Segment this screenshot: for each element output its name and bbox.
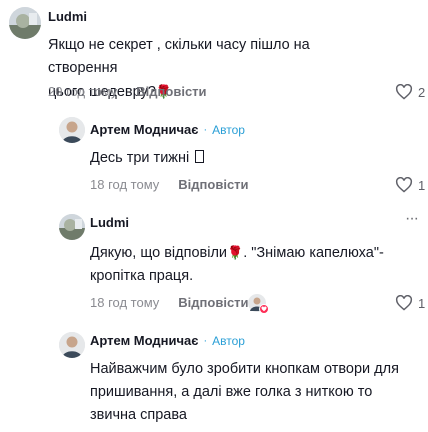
comment-text: Найважчим було зробити кнопкам отвори дл… (90, 361, 399, 423)
separator-dot: · (203, 334, 208, 347)
avatar-photo-icon (9, 7, 41, 39)
avatar-photo-icon (59, 332, 85, 358)
more-options-button[interactable]: ··· (405, 211, 419, 227)
separator-dot: · (203, 123, 208, 136)
author-badge: Автор (212, 122, 245, 137)
timestamp: 18 год тому (90, 177, 160, 192)
username[interactable]: Артем Модничає (90, 333, 198, 348)
unrendered-emoji-icon (195, 150, 205, 163)
username[interactable]: Ludmi (48, 9, 87, 24)
liked-by-creator-avatar (248, 294, 269, 314)
comment-text: Десь три тижні (90, 147, 205, 170)
heart-badge-icon (259, 304, 269, 314)
avatar[interactable] (9, 7, 41, 39)
avatar[interactable] (59, 214, 85, 240)
avatar-photo-icon (59, 214, 85, 240)
timestamp: 18 год тому (90, 295, 160, 310)
like-count: 1 (418, 177, 426, 193)
like-count: 1 (418, 295, 426, 311)
like-button[interactable]: 1 (395, 295, 425, 311)
like-button[interactable]: 1 (395, 177, 425, 193)
heart-outline-icon (395, 177, 413, 193)
heart-outline-icon (395, 84, 413, 100)
ellipsis-icon: ··· (405, 210, 419, 227)
avatar-photo-icon (59, 117, 85, 143)
reply-button[interactable]: Відповісти (136, 84, 206, 99)
author-badge: Автор (212, 333, 245, 348)
avatar[interactable] (59, 117, 85, 143)
timestamp: 20 год тому (48, 84, 118, 99)
rose-emoji: 🌹 (227, 245, 244, 260)
reply-button[interactable]: Відповісти (178, 177, 248, 192)
avatar[interactable] (59, 332, 85, 358)
username[interactable]: Ludmi (90, 215, 129, 230)
comment-text: Дякую, що відповіли🌹. "Знімаю капелюха"-… (90, 245, 384, 284)
like-count: 2 (418, 84, 426, 100)
reply-button[interactable]: Відповісти (178, 295, 248, 310)
heart-outline-icon (395, 295, 413, 311)
username[interactable]: Артем Модничає (90, 122, 198, 137)
like-button[interactable]: 2 (395, 84, 425, 100)
